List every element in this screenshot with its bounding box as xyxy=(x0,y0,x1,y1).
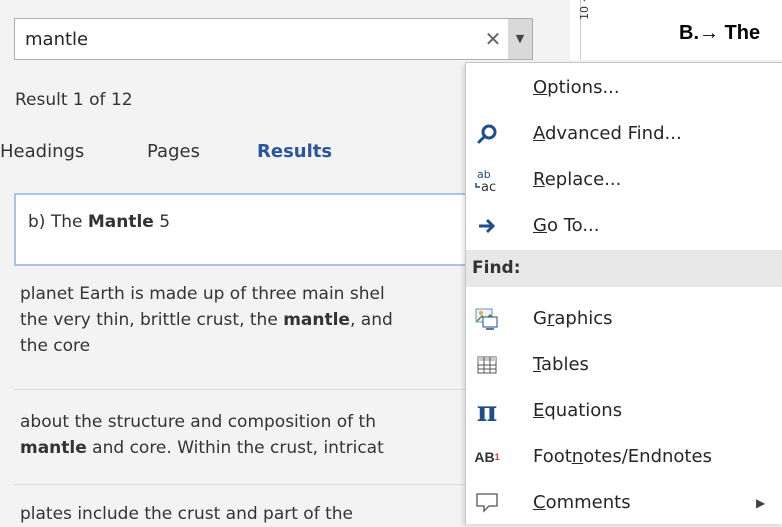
menu-item-equations[interactable]: π Equations xyxy=(466,388,782,434)
submenu-arrow-icon: ▶ xyxy=(756,496,766,510)
result-text: , and xyxy=(349,310,393,330)
menu-item-label: quations xyxy=(544,400,623,421)
search-result-item[interactable]: planet Earth is made up of three main sh… xyxy=(14,281,534,359)
vertical-ruler-mark: 10 · xyxy=(578,0,591,20)
menu-item-comments[interactable]: Comments ▶ xyxy=(466,480,782,526)
menu-item-label: otes/Endnotes xyxy=(583,446,712,467)
menu-item-label: o To... xyxy=(546,215,600,236)
menu-item-label: Foot xyxy=(533,446,572,467)
result-match: mantle xyxy=(20,438,87,458)
accel-key: C xyxy=(533,492,546,513)
tab-results[interactable]: Results xyxy=(257,141,332,162)
search-box[interactable]: ✕ ▼ xyxy=(14,18,533,60)
menu-item-advanced-find[interactable]: Advanced Find... xyxy=(466,111,782,157)
accel-key: A xyxy=(533,123,545,144)
result-text: about the structure and composition of t… xyxy=(20,412,376,432)
result-text: and core. Within the crust, intricat xyxy=(86,438,384,458)
menu-item-footnotes-endnotes[interactable]: AB 1 Footnotes/Endnotes xyxy=(466,434,782,480)
tab-headings[interactable]: Headings xyxy=(0,141,84,162)
find-header-label: Find: xyxy=(472,258,521,278)
pi-icon: π xyxy=(476,394,498,428)
menu-item-label: G xyxy=(533,308,547,329)
result-text: the core xyxy=(20,336,91,356)
footnote-icon: AB 1 xyxy=(474,449,500,465)
comment-icon xyxy=(472,487,502,519)
menu-item-label: omments xyxy=(545,492,631,513)
search-icon xyxy=(472,118,502,150)
result-text: b) The xyxy=(28,212,88,232)
replace-icon: ab ac xyxy=(472,164,502,196)
result-count: Result 1 of 12 xyxy=(15,90,133,110)
graphics-icon xyxy=(472,303,502,335)
menu-item-label: dvanced Find... xyxy=(545,123,682,144)
accel-key: R xyxy=(533,169,545,190)
menu-item-label: ptions... xyxy=(547,77,620,98)
result-match: mantle xyxy=(283,310,350,330)
menu-item-go-to[interactable]: Go To... xyxy=(466,203,782,249)
search-result-item[interactable]: about the structure and composition of t… xyxy=(14,409,534,461)
menu-item-label: ables xyxy=(541,354,589,375)
dropdown-arrow-icon: ▼ xyxy=(515,32,525,45)
result-text: plates include the crust and part of the xyxy=(20,504,353,524)
accel-key: n xyxy=(571,446,584,467)
search-options-menu: Options... Advanced Find... ab ac Replace… xyxy=(465,62,782,524)
accel-key: G xyxy=(533,215,547,236)
accel-key: T xyxy=(533,354,542,375)
divider xyxy=(14,484,534,485)
result-text: planet Earth is made up of three main sh… xyxy=(20,284,385,304)
menu-item-label: eplace... xyxy=(544,169,622,190)
menu-item-options[interactable]: Options... xyxy=(466,65,782,111)
search-input[interactable] xyxy=(25,19,445,59)
arrow-right-icon xyxy=(472,210,502,242)
menu-item-tables[interactable]: Tables xyxy=(466,342,782,388)
search-result-item[interactable]: b) The Mantle 5 xyxy=(14,193,534,266)
close-icon: ✕ xyxy=(484,27,502,51)
accel-key: E xyxy=(533,400,545,421)
find-section-header: Find: xyxy=(466,250,782,287)
divider xyxy=(14,389,534,390)
menu-item-replace[interactable]: ab ac Replace... xyxy=(466,157,782,203)
result-text: 5 xyxy=(153,212,171,232)
document-heading: B.→ The xyxy=(679,22,761,44)
result-text: the very thin, brittle crust, the xyxy=(20,310,284,330)
clear-search-button[interactable]: ✕ xyxy=(481,19,505,59)
table-icon xyxy=(472,349,502,381)
search-options-button[interactable]: ▼ xyxy=(508,19,532,59)
tab-pages[interactable]: Pages xyxy=(147,141,200,162)
svg-text:ac: ac xyxy=(481,180,496,194)
document-area: 10 · B.→ The xyxy=(570,0,782,60)
menu-item-label: aphics xyxy=(554,308,613,329)
search-result-item[interactable]: plates include the crust and part of the xyxy=(14,501,534,527)
accel-key: O xyxy=(533,77,548,98)
menu-item-graphics[interactable]: Graphics xyxy=(466,296,782,342)
result-match: Mantle xyxy=(87,212,154,232)
